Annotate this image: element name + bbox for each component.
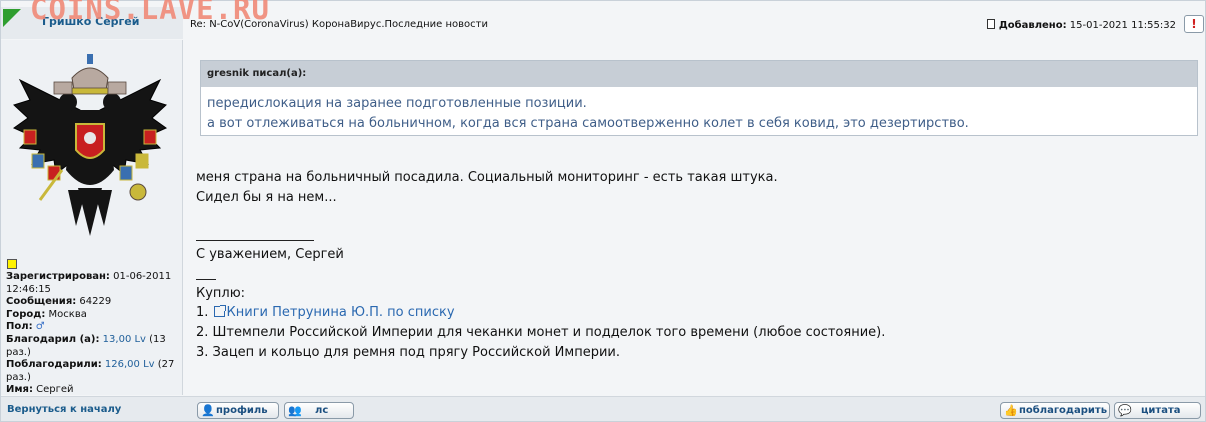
- quote-block: gresnik писал(а): передислокация на зара…: [200, 60, 1198, 136]
- profile-button-label: профиль: [216, 405, 268, 416]
- pm-button-label: лс: [315, 405, 329, 416]
- speech-bubble-icon: 💬: [1118, 404, 1132, 417]
- thanked-label: Благодарил (а):: [6, 333, 100, 345]
- added-label: Добавлено:: [998, 20, 1067, 31]
- avatar: [12, 54, 168, 236]
- thank-button[interactable]: 👍 поблагодарить: [1000, 402, 1110, 419]
- messages-label: Сообщения:: [6, 296, 77, 308]
- signature: С уважением, Сергей: [196, 247, 344, 262]
- corner-marker-icon: [3, 9, 21, 27]
- signature-divider: [196, 240, 314, 241]
- post-text: меня страна на больничный посадила. Соци…: [196, 168, 778, 207]
- author-info: Зарегистрирован: 01-06-2011 12:46:15 Соо…: [6, 271, 182, 397]
- was-thanked-value[interactable]: 126,00 Lv: [105, 359, 155, 370]
- buy-item: 2. Штемпели Российской Империи для чекан…: [196, 325, 886, 340]
- post-line: Сидел бы я на нем...: [196, 189, 337, 205]
- thanked-value[interactable]: 13,00 Lv: [103, 334, 146, 345]
- was-thanked-label: Поблагодарили:: [6, 359, 102, 371]
- registered-label: Зарегистрирован:: [6, 271, 110, 282]
- crown-icon: [71, 54, 109, 95]
- buy-item-number: 1.: [196, 305, 209, 320]
- profile-button[interactable]: 👤 профиль: [197, 402, 279, 419]
- signature-divider-short: [196, 279, 216, 280]
- report-button[interactable]: !: [1184, 15, 1204, 33]
- external-link-icon: [213, 305, 226, 317]
- messages-value: 64229: [79, 296, 112, 308]
- books-link[interactable]: Книги Петрунина Ю.П. по списку: [227, 305, 455, 320]
- male-icon: ♂: [35, 321, 45, 333]
- pm-button[interactable]: 👥 лс: [284, 402, 354, 419]
- post-line: меня страна на больничный посадила. Соци…: [196, 170, 778, 185]
- thank-button-label: поблагодарить: [1019, 405, 1108, 416]
- quote-button[interactable]: 💬 цитата: [1114, 402, 1201, 419]
- buy-item: 3. Зацеп и кольцо для ремня под прягу Ро…: [196, 345, 620, 360]
- online-status-icon: [7, 259, 17, 269]
- buy-title: Куплю:: [196, 286, 246, 301]
- quote-text: передислокация на заранее подготовленные…: [207, 94, 969, 134]
- city-value: Москва: [48, 308, 87, 320]
- name-value: Сергей: [36, 384, 74, 396]
- quote-line: передислокация на заранее подготовленные…: [207, 96, 587, 111]
- back-to-top-link[interactable]: Вернуться к началу: [7, 404, 121, 415]
- post-date: Добавлено: 15-01-2021 11:55:32: [986, 19, 1176, 31]
- post-link-icon[interactable]: [986, 19, 995, 29]
- user-icon: 👤: [201, 404, 215, 417]
- city-label: Город:: [6, 308, 46, 320]
- users-icon: 👥: [288, 404, 302, 417]
- quote-author: gresnik писал(а):: [201, 61, 1197, 87]
- buy-item: 1. Книги Петрунина Ю.П. по списку: [196, 305, 455, 320]
- gender-label: Пол:: [6, 321, 33, 333]
- watermark: COINS.LAVE.RU: [30, 0, 270, 26]
- added-value: 15-01-2021 11:55:32: [1069, 20, 1176, 31]
- thumbs-up-icon: 👍: [1004, 404, 1018, 417]
- quote-line: а вот отлеживаться на больничном, когда …: [207, 116, 969, 131]
- quote-button-label: цитата: [1141, 405, 1181, 416]
- name-label: Имя:: [6, 384, 33, 396]
